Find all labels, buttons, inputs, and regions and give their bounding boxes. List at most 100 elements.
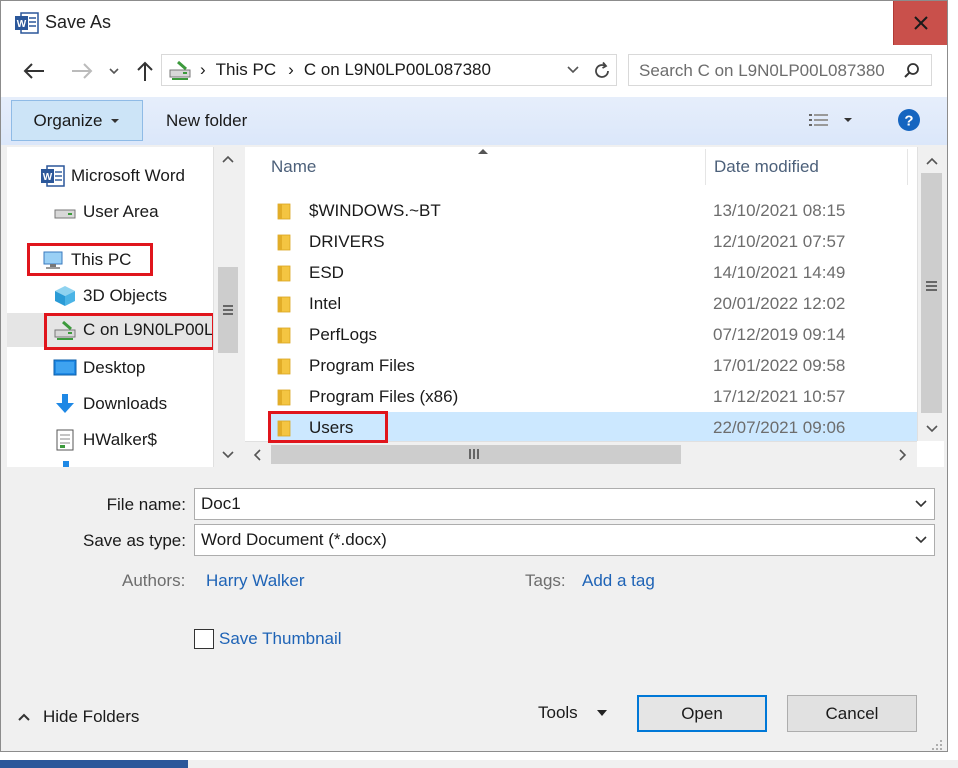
download-icon [56, 394, 74, 413]
file-row[interactable]: ESD 14/10/2021 14:49 [269, 257, 917, 288]
help-icon[interactable]: ? [897, 108, 921, 132]
address-separator: › [200, 60, 206, 79]
authors-label: Authors: [122, 571, 186, 590]
organize-button[interactable]: Organize [11, 100, 143, 141]
folder-icon [277, 358, 291, 374]
sidebar-item-3d-objects[interactable]: 3D Objects [53, 279, 167, 313]
sidebar-item-desktop[interactable]: Desktop [53, 351, 145, 385]
file-date-modified: 12/10/2021 07:57 [713, 231, 846, 251]
file-name-combobox[interactable]: Doc1 [194, 488, 935, 520]
sidebar-item-label: Microsoft Word [71, 166, 185, 185]
new-folder-button[interactable]: New folder [166, 111, 247, 131]
title-bar: W Save As [1, 1, 947, 45]
window-title: Save As [45, 12, 112, 32]
file-row[interactable]: PerfLogs 07/12/2019 09:14 [269, 319, 917, 350]
navigation-pane-scrollbar[interactable] [213, 147, 241, 467]
svg-text:W: W [43, 172, 53, 183]
address-segment-drive[interactable]: C on L9N0LP00L087380 [304, 60, 491, 80]
word-icon: W [41, 165, 65, 187]
svg-text:?: ? [904, 113, 913, 130]
sidebar-item-label: User Area [83, 202, 159, 221]
file-date-modified: 07/12/2019 09:14 [713, 324, 846, 344]
column-header-name[interactable]: Name [271, 147, 705, 187]
up-button[interactable] [133, 58, 157, 84]
save-as-type-select[interactable]: Word Document (*.docx) [194, 524, 935, 556]
scroll-left-icon[interactable] [253, 449, 261, 461]
file-date-modified: 13/10/2021 08:15 [713, 200, 846, 220]
back-button[interactable] [19, 58, 49, 84]
scroll-thumb[interactable] [271, 445, 681, 464]
chevron-down-icon[interactable] [914, 535, 928, 545]
tools-label: Tools [538, 703, 578, 722]
cancel-button[interactable]: Cancel [787, 695, 917, 732]
save-thumbnail-label[interactable]: Save Thumbnail [219, 629, 342, 649]
document-icon [56, 429, 74, 451]
up-arrow-icon [137, 61, 153, 81]
svg-text:W: W [17, 19, 27, 30]
file-row[interactable]: Intel 20/01/2022 12:02 [269, 288, 917, 319]
view-options-icon[interactable] [807, 111, 831, 131]
column-header-date-modified[interactable]: Date modified [714, 147, 904, 187]
word-icon: W [15, 12, 39, 34]
scroll-right-icon[interactable] [899, 449, 907, 461]
resize-grip-icon[interactable] [929, 737, 943, 751]
sidebar-item-label: HWalker$ [83, 430, 157, 449]
taskbar-accent [0, 760, 188, 768]
recent-locations-button[interactable] [105, 60, 123, 82]
view-dropdown-caret-icon[interactable] [843, 117, 853, 123]
file-list-vertical-scrollbar[interactable] [917, 147, 944, 441]
scroll-up-icon[interactable] [222, 155, 234, 163]
folder-icon [277, 265, 291, 281]
file-date-modified: 17/12/2021 10:57 [713, 386, 846, 406]
scroll-down-icon[interactable] [926, 425, 938, 433]
network-drive-icon [169, 60, 191, 80]
caret-down-icon [111, 118, 120, 123]
back-arrow-icon [23, 63, 44, 79]
file-date-modified: 20/01/2022 12:02 [713, 293, 846, 313]
forward-button[interactable] [67, 58, 97, 84]
sidebar-item-hwalker[interactable]: HWalker$ [53, 423, 157, 457]
file-name: PerfLogs [309, 324, 378, 344]
file-date-modified: 22/07/2021 09:06 [713, 417, 846, 437]
folder-icon [277, 296, 291, 312]
scroll-thumb[interactable] [921, 173, 942, 413]
search-input[interactable] [639, 59, 899, 83]
save-as-dialog: W Save As › This PC › C on L9N0LP00L0873… [0, 0, 948, 752]
file-name: ESD [309, 262, 344, 282]
chevron-down-icon[interactable] [914, 499, 928, 509]
scroll-down-icon[interactable] [222, 451, 234, 459]
file-row[interactable]: Program Files (x86) 17/12/2021 10:57 [269, 381, 917, 412]
open-button[interactable]: Open [637, 695, 767, 732]
sidebar-item-microsoft-word[interactable]: W Microsoft Word [41, 159, 185, 193]
file-date-modified: 17/01/2022 09:58 [713, 355, 846, 375]
close-button[interactable] [893, 1, 947, 45]
file-row[interactable]: DRIVERS 12/10/2021 07:57 [269, 226, 917, 257]
hide-folders-button[interactable]: Hide Folders [17, 707, 139, 727]
authors-value[interactable]: Harry Walker [206, 571, 305, 591]
navigation-bar: › This PC › C on L9N0LP00L087380 [1, 45, 947, 97]
address-segment-this-pc[interactable]: This PC [216, 60, 276, 80]
column-divider [705, 149, 706, 185]
address-separator: › [288, 60, 294, 79]
tools-menu-button[interactable]: Tools [538, 703, 608, 723]
sidebar-item-user-area[interactable]: User Area [53, 195, 159, 229]
scroll-up-icon[interactable] [926, 157, 938, 165]
search-icon[interactable] [903, 62, 921, 80]
search-box[interactable] [628, 54, 932, 86]
add-tag-link[interactable]: Add a tag [582, 571, 655, 591]
save-thumbnail-checkbox[interactable] [194, 629, 214, 649]
scroll-thumb[interactable] [218, 267, 238, 353]
save-as-type-label: Save as type: [82, 531, 186, 550]
file-list-horizontal-scrollbar[interactable] [245, 441, 917, 467]
cube-icon [55, 286, 75, 306]
file-name-input[interactable]: Doc1 [195, 494, 914, 514]
address-bar[interactable]: › This PC › C on L9N0LP00L087380 [161, 54, 617, 86]
file-row[interactable]: Program Files 17/01/2022 09:58 [269, 350, 917, 381]
file-name: Program Files [309, 355, 415, 375]
sidebar-item-downloads[interactable]: Downloads [53, 387, 167, 421]
annotation-highlight-users [268, 411, 388, 443]
file-row[interactable]: $WINDOWS.~BT 13/10/2021 08:15 [269, 195, 917, 226]
refresh-icon[interactable] [592, 61, 612, 81]
chevron-down-icon[interactable] [566, 65, 580, 75]
file-date-modified: 14/10/2021 14:49 [713, 262, 846, 282]
